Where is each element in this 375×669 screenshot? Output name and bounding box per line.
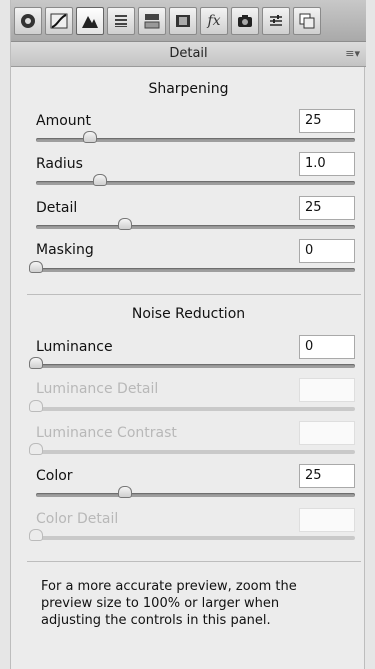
luminance-slider-thumb[interactable] [29, 357, 43, 369]
fx-label: fx [207, 12, 221, 29]
note-divider [27, 561, 361, 562]
panel-menu-icon[interactable]: ≡▾ [345, 42, 360, 66]
luminance-contrast-field [299, 421, 355, 445]
amount-label: Amount [36, 113, 92, 129]
tone-curve-icon[interactable] [45, 6, 73, 35]
detail-slider-thumb[interactable] [118, 218, 133, 230]
color-detail-slider-thumb [29, 529, 43, 541]
luminance-detail-slider-thumb [29, 400, 43, 412]
luminance-field[interactable]: 0 [299, 335, 355, 359]
masking-field[interactable]: 0 [299, 239, 355, 263]
panel-title: Detail [169, 46, 208, 61]
luminance-contrast-label: Luminance Contrast [36, 425, 177, 441]
amount-slider[interactable] [36, 131, 355, 143]
luminance-slider[interactable] [29, 357, 355, 369]
color-slider-thumb[interactable] [118, 486, 133, 498]
radius-slider-thumb[interactable] [92, 174, 107, 186]
detail-label: Detail [36, 200, 78, 216]
panel-title-bar: Detail ≡▾ [11, 42, 366, 67]
detail-icon[interactable] [76, 6, 104, 35]
luminance-contrast-slider-thumb [29, 443, 43, 455]
masking-label: Masking [36, 242, 94, 258]
radius-label: Radius [36, 156, 83, 172]
luminance-detail-field [299, 378, 355, 402]
color-slider[interactable] [36, 486, 355, 498]
effects-icon[interactable]: fx [200, 6, 228, 35]
detail-panel: fx Detail ≡▾ Sharpening Amount 25 Radius… [10, 0, 366, 669]
amount-slider-thumb[interactable] [83, 131, 98, 143]
detail-slider[interactable] [36, 218, 355, 230]
section-divider [27, 294, 361, 295]
snapshots-icon[interactable] [293, 6, 321, 35]
luminance-label: Luminance [36, 339, 113, 355]
hsl-icon[interactable] [107, 6, 135, 35]
radius-slider[interactable] [36, 174, 355, 186]
preview-note: For a more accurate preview, zoom the pr… [41, 579, 297, 628]
luminance-detail-label: Luminance Detail [36, 381, 159, 397]
noise-reduction-title: Noise Reduction [131, 306, 246, 322]
luminance-detail-slider [29, 400, 355, 412]
color-field[interactable]: 25 [299, 464, 355, 488]
amount-field[interactable]: 25 [299, 109, 355, 133]
lens-corrections-icon[interactable] [169, 6, 197, 35]
color-detail-field [299, 508, 355, 532]
color-detail-label: Color Detail [36, 511, 119, 527]
color-label: Color [36, 468, 73, 484]
split-toning-icon[interactable] [138, 6, 166, 35]
panel-toolbar: fx [11, 0, 366, 42]
detail-field[interactable]: 25 [299, 196, 355, 220]
basic-icon[interactable] [14, 6, 42, 35]
color-detail-slider [29, 529, 355, 541]
presets-icon[interactable] [262, 6, 290, 35]
masking-slider-thumb[interactable] [29, 261, 43, 273]
masking-slider[interactable] [29, 261, 355, 273]
sharpening-title: Sharpening [148, 81, 229, 97]
luminance-contrast-slider [29, 443, 355, 455]
radius-field[interactable]: 1.0 [299, 152, 355, 176]
camera-calibration-icon[interactable] [231, 6, 259, 35]
